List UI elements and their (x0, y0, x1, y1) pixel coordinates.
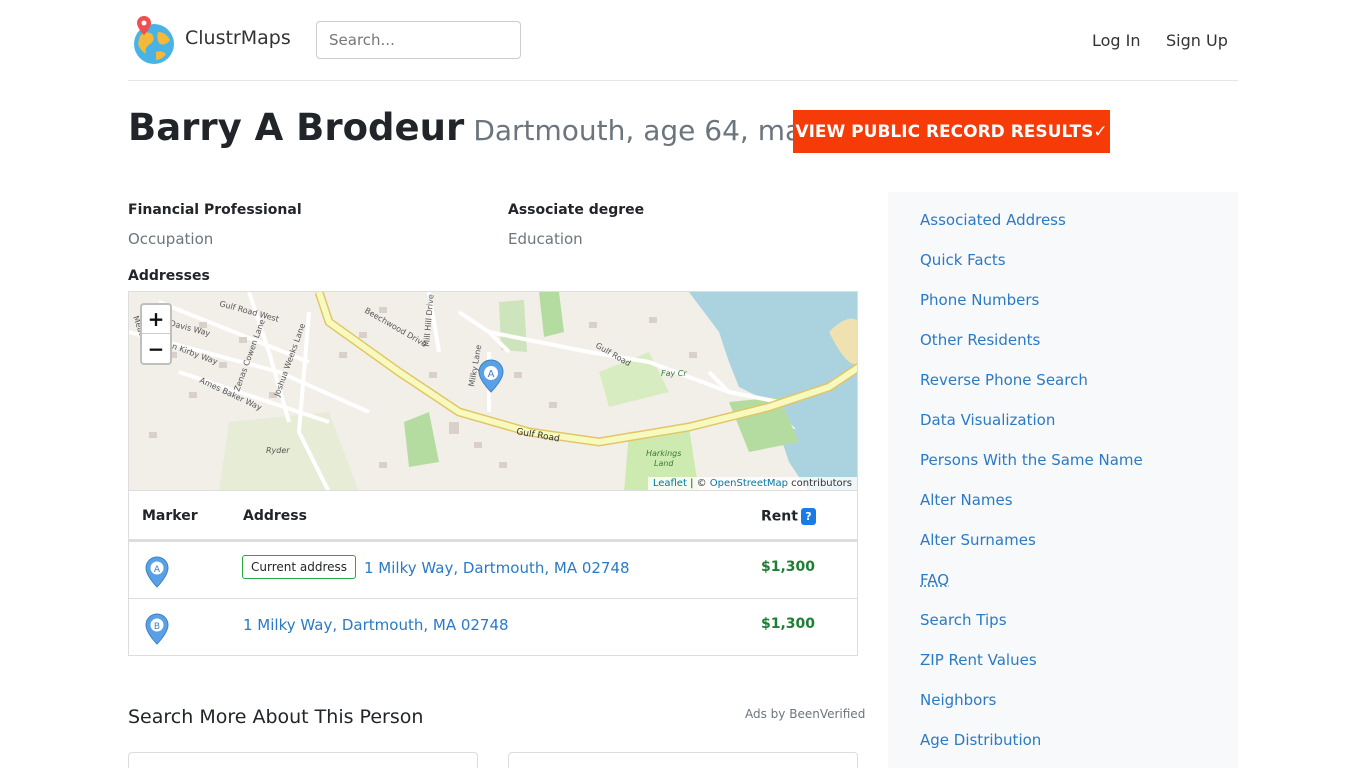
signup-link[interactable]: Sign Up (1166, 31, 1228, 50)
sidebar-item-data-visualization[interactable]: Data Visualization (920, 411, 1055, 429)
map-attribution: Leaflet | © OpenStreetMap contributors (647, 477, 857, 490)
map-label-zenas: Zenas Cowen Lane (232, 318, 266, 393)
col-rent-header: Rent? (761, 508, 816, 525)
sidebar-item-other-residents[interactable]: Other Residents (920, 331, 1040, 349)
rent-header-label: Rent (761, 508, 798, 525)
marker-b-icon: B (145, 613, 169, 645)
addresses-title: Addresses (128, 268, 210, 284)
marker-a-letter: A (154, 565, 161, 575)
attribution-separator: | © (686, 478, 710, 489)
rent-value: $1,300 (761, 559, 816, 575)
map-label-gulf-road-west: Gulf Road West (218, 299, 279, 324)
zoom-out-button[interactable]: − (142, 334, 170, 363)
col-marker-header: Marker (142, 508, 198, 524)
clustrmaps-logo-icon[interactable] (130, 14, 178, 66)
education-value: Associate degree (508, 202, 645, 218)
occupation-label: Occupation (128, 230, 214, 248)
leaflet-link[interactable]: Leaflet (653, 478, 687, 489)
map-zoom-control: + − (140, 303, 172, 365)
sidebar-item-reverse-phone-search[interactable]: Reverse Phone Search (920, 371, 1088, 389)
search-input[interactable] (316, 21, 521, 59)
search-card[interactable] (128, 752, 478, 768)
col-address-header: Address (243, 508, 307, 524)
occupation-fact: Financial Professional Occupation (128, 202, 302, 248)
education-label: Education (508, 230, 583, 248)
map-marker-a-icon[interactable]: A (478, 359, 504, 393)
site-header: ClustrMaps Log In Sign Up (128, 0, 1238, 81)
address-link[interactable]: 1 Milky Way, Dartmouth, MA 02748 (364, 559, 630, 577)
table-row: A Current address 1 Milky Way, Dartmouth… (129, 541, 857, 598)
zoom-in-button[interactable]: + (142, 305, 170, 334)
map-label-harkings: Harkings (646, 449, 681, 458)
map-label-land: Land (654, 459, 674, 468)
map-tiles: Gulf Road West Seth Davis Way Nathan Kir… (129, 292, 857, 490)
address-map[interactable]: Gulf Road West Seth Davis Way Nathan Kir… (128, 291, 858, 491)
map-label-ryder: Ryder (266, 446, 290, 455)
sidebar-item-faq[interactable]: FAQ (920, 571, 949, 589)
map-label-beechwood: Beechwood Drive (363, 306, 428, 349)
person-name: Barry A Brodeur (128, 106, 465, 149)
marker-b-letter: B (154, 622, 160, 632)
sidebar-item-same-name[interactable]: Persons With the Same Name (920, 451, 1143, 469)
address-link[interactable]: 1 Milky Way, Dartmouth, MA 02748 (243, 616, 509, 634)
map-label-ames-baker: Ames Baker Way (198, 376, 263, 413)
search-card[interactable] (508, 752, 858, 768)
osm-link[interactable]: OpenStreetMap (710, 478, 788, 489)
login-link[interactable]: Log In (1092, 31, 1141, 50)
brand-name[interactable]: ClustrMaps (185, 27, 291, 49)
map-label-fay-cr: Fay Cr (661, 369, 687, 378)
sidebar-nav: Associated Address Quick Facts Phone Num… (888, 192, 1238, 768)
sidebar-item-age-distribution[interactable]: Age Distribution (920, 731, 1041, 749)
search-more-title: Search More About This Person (128, 706, 424, 728)
sidebar-item-zip-rent-values[interactable]: ZIP Rent Values (920, 651, 1037, 669)
sidebar-item-quick-facts[interactable]: Quick Facts (920, 251, 1006, 269)
sidebar-item-search-tips[interactable]: Search Tips (920, 611, 1007, 629)
sidebar-item-alter-names[interactable]: Alter Names (920, 491, 1013, 509)
marker-a-icon: A (145, 556, 169, 588)
person-subtitle: Dartmouth, age 64, male (473, 114, 828, 147)
table-header-row: Marker Address Rent? (129, 491, 857, 541)
page-title: Barry A Brodeur Dartmouth, age 64, male (128, 106, 827, 158)
sidebar-item-neighbors[interactable]: Neighbors (920, 691, 996, 709)
current-address-badge: Current address (242, 555, 357, 579)
view-public-records-button[interactable]: VIEW PUBLIC RECORD RESULTS✓ (793, 110, 1110, 153)
occupation-value: Financial Professional (128, 202, 302, 218)
sidebar-item-associated-address[interactable]: Associated Address (920, 211, 1066, 229)
rent-value: $1,300 (761, 616, 816, 632)
sidebar-item-phone-numbers[interactable]: Phone Numbers (920, 291, 1039, 309)
attribution-suffix: contributors (788, 478, 852, 489)
address-table: Marker Address Rent? A Current address 1… (128, 491, 858, 656)
table-row: B 1 Milky Way, Dartmouth, MA 02748 $1,30… (129, 598, 857, 655)
rent-help-icon[interactable]: ? (800, 508, 816, 525)
education-fact: Associate degree Education (508, 202, 644, 248)
ads-credit: Ads by BeenVerified (745, 707, 866, 721)
sidebar-item-alter-surnames[interactable]: Alter Surnames (920, 531, 1036, 549)
map-marker-a-label: A (488, 369, 495, 380)
